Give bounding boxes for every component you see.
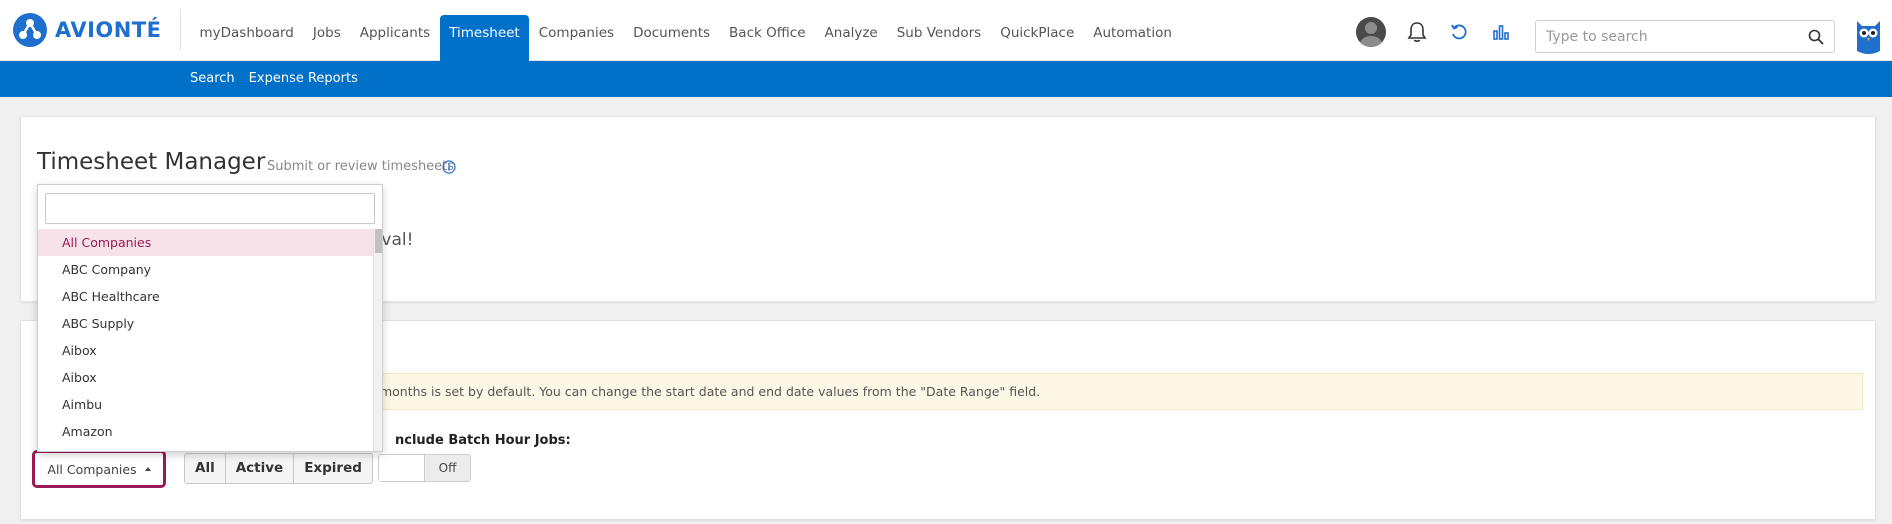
owl-mascot-icon[interactable]: [1855, 17, 1882, 55]
scrollbar-thumb[interactable]: [375, 229, 382, 253]
company-option-abc-supply[interactable]: ABC Supply: [38, 310, 374, 337]
info-icon[interactable]: [442, 159, 456, 178]
main-nav: myDashboard Jobs Applicants Timesheet Co…: [190, 15, 1181, 61]
nav-divider: [180, 9, 181, 51]
subnav-item-search[interactable]: Search: [190, 61, 235, 97]
nav-item-mydashboard[interactable]: myDashboard: [190, 15, 303, 61]
company-option-aibox-2[interactable]: Aibox: [38, 364, 374, 391]
page-subtitle: Submit or review timesheets: [267, 159, 455, 174]
search-input[interactable]: [1536, 21, 1786, 52]
company-select-button[interactable]: All Companies: [32, 450, 166, 488]
toggle-off-label: Off: [425, 455, 470, 481]
brand-name: AVIONTÉ: [55, 18, 162, 42]
company-option-abc-company[interactable]: ABC Company: [38, 256, 374, 283]
status-expired-button[interactable]: Expired: [294, 454, 372, 483]
bell-icon[interactable]: [1406, 21, 1428, 43]
company-option-amazon[interactable]: Amazon: [38, 418, 374, 445]
nav-item-automation[interactable]: Automation: [1084, 15, 1182, 61]
avionte-logo[interactable]: AVIONTÉ: [13, 13, 162, 47]
batch-hour-jobs-toggle[interactable]: Off: [378, 454, 471, 482]
status-filter-group: All Active Expired: [184, 453, 373, 484]
sub-navbar: Search Expense Reports: [0, 61, 1892, 97]
page-title: Timesheet Manager: [37, 149, 266, 175]
status-active-button[interactable]: Active: [226, 454, 295, 483]
status-all-button[interactable]: All: [185, 454, 226, 483]
user-avatar[interactable]: [1356, 17, 1386, 47]
company-option-aibox[interactable]: Aibox: [38, 337, 374, 364]
nav-item-jobs[interactable]: Jobs: [303, 15, 350, 61]
global-search: [1535, 20, 1835, 53]
search-icon[interactable]: [1808, 29, 1824, 49]
nav-item-documents[interactable]: Documents: [624, 15, 720, 61]
notice-text: of 3 months is set by default. You can c…: [352, 384, 1041, 399]
header-tools: [1356, 17, 1512, 47]
toggle-knob: [379, 455, 425, 481]
avionte-logo-icon: [13, 13, 47, 47]
nav-item-analyze[interactable]: Analyze: [815, 15, 887, 61]
nav-item-back-office[interactable]: Back Office: [720, 15, 815, 61]
nav-item-quickplace[interactable]: QuickPlace: [991, 15, 1084, 61]
batch-hour-jobs-label: nclude Batch Hour Jobs:: [395, 433, 571, 448]
date-range-notice: of 3 months is set by default. You can c…: [351, 373, 1863, 410]
nav-item-timesheet[interactable]: Timesheet: [439, 15, 530, 61]
top-navbar: AVIONTÉ myDashboard Jobs Applicants Time…: [0, 0, 1892, 61]
nav-item-companies[interactable]: Companies: [529, 15, 623, 61]
refresh-icon[interactable]: [1448, 21, 1470, 43]
bar-chart-icon[interactable]: [1490, 21, 1512, 43]
company-options-list: All Companies ABC Company ABC Healthcare…: [38, 229, 374, 445]
company-option-aimbu[interactable]: Aimbu: [38, 391, 374, 418]
nav-item-applicants[interactable]: Applicants: [350, 15, 439, 61]
company-option-all-companies[interactable]: All Companies: [38, 229, 374, 256]
company-option-abc-healthcare[interactable]: ABC Healthcare: [38, 283, 374, 310]
company-search-input[interactable]: [45, 193, 375, 224]
subnav-item-expense-reports[interactable]: Expense Reports: [249, 61, 358, 97]
company-select-label: All Companies: [47, 461, 137, 477]
company-dropdown: All Companies ABC Company ABC Healthcare…: [37, 184, 383, 452]
nav-item-sub-vendors[interactable]: Sub Vendors: [887, 15, 990, 61]
dropdown-scrollbar[interactable]: [373, 229, 382, 451]
caret-up-icon: [144, 467, 151, 471]
